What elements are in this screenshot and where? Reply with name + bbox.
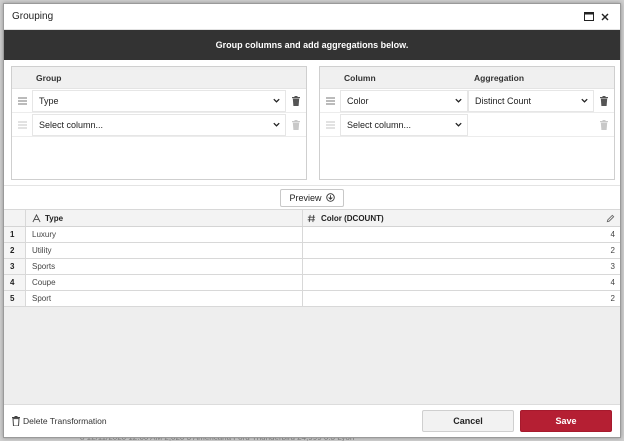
trash-icon bbox=[12, 416, 20, 426]
group-row: Type bbox=[12, 89, 306, 113]
preview-bar: Preview bbox=[4, 185, 620, 209]
index-header bbox=[4, 210, 26, 226]
color-column-label: Color (DCOUNT) bbox=[321, 213, 384, 223]
row-index: 4 bbox=[4, 275, 26, 290]
aggregation-panel-header: Column Aggregation bbox=[320, 67, 614, 89]
circle-arrow-down-icon bbox=[325, 193, 335, 202]
column-header-label: Column bbox=[344, 72, 376, 83]
group-panel-header: Group bbox=[12, 67, 306, 89]
aggregation-row: Color Distinct Count bbox=[320, 89, 614, 113]
aggregation-column-select-empty[interactable]: Select column... bbox=[340, 113, 468, 136]
count-cell: 3 bbox=[610, 262, 615, 271]
group-panel: Group Type Select column... bbox=[11, 66, 307, 180]
table-row[interactable]: 1 Luxury 4 bbox=[4, 227, 620, 243]
table-row[interactable]: 3 Sports 3 bbox=[4, 259, 620, 275]
color-column-header[interactable]: Color (DCOUNT) bbox=[303, 210, 620, 226]
table-row[interactable]: 4 Coupe 4 bbox=[4, 275, 620, 291]
row-index: 5 bbox=[4, 291, 26, 306]
trash-icon bbox=[286, 119, 306, 130]
count-cell: 4 bbox=[610, 278, 615, 287]
group-column-select-empty[interactable]: Select column... bbox=[32, 113, 286, 136]
group-header-label: Group bbox=[36, 72, 62, 83]
row-index: 1 bbox=[4, 227, 26, 242]
dialog-footer: Delete Transformation Cancel Save bbox=[4, 404, 620, 437]
preview-label: Preview bbox=[289, 192, 322, 203]
group-column-select[interactable]: Type bbox=[32, 89, 286, 112]
instruction-banner: Group columns and add aggregations below… bbox=[4, 30, 620, 60]
delete-label: Delete Transformation bbox=[23, 416, 107, 426]
maximize-icon[interactable] bbox=[582, 10, 596, 24]
type-column-header[interactable]: Type bbox=[26, 210, 303, 226]
aggregation-panel: Column Aggregation Color Distinct Count bbox=[319, 66, 615, 180]
close-icon[interactable] bbox=[598, 10, 612, 24]
chevron-down-icon bbox=[455, 122, 462, 127]
config-panels: Group Type Select column... Column Aggre… bbox=[10, 66, 615, 180]
table-row[interactable]: 5 Sport 2 bbox=[4, 291, 620, 307]
type-cell: Sport bbox=[26, 291, 303, 306]
count-cell: 2 bbox=[610, 246, 615, 255]
grouping-dialog: Grouping Group columns and add aggregati… bbox=[3, 3, 621, 438]
pencil-icon[interactable] bbox=[606, 214, 615, 223]
aggregation-row: Select column... bbox=[320, 113, 614, 137]
drag-handle-icon[interactable] bbox=[320, 97, 340, 105]
trash-icon[interactable] bbox=[594, 95, 614, 106]
aggregation-type-select[interactable]: Distinct Count bbox=[468, 89, 594, 112]
count-cell: 2 bbox=[610, 294, 615, 303]
preview-grid: Type Color (DCOUNT) 1 Luxury 4 2 Utility… bbox=[4, 209, 620, 406]
type-cell: Coupe bbox=[26, 275, 303, 290]
table-row[interactable]: 2 Utility 2 bbox=[4, 243, 620, 259]
count-cell: 4 bbox=[610, 230, 615, 239]
banner-text: Group columns and add aggregations below… bbox=[215, 40, 409, 50]
row-index: 2 bbox=[4, 243, 26, 258]
type-column-label: Type bbox=[45, 213, 64, 223]
agg-column-placeholder: Select column... bbox=[347, 119, 412, 130]
chevron-down-icon bbox=[273, 122, 280, 127]
preview-button[interactable]: Preview bbox=[280, 188, 344, 207]
type-cell: Luxury bbox=[26, 227, 303, 242]
type-cell: Utility bbox=[26, 243, 303, 258]
aggregation-header-label: Aggregation bbox=[474, 72, 525, 83]
cancel-button[interactable]: Cancel bbox=[422, 410, 514, 432]
grid-header: Type Color (DCOUNT) bbox=[4, 210, 620, 227]
row-index: 3 bbox=[4, 259, 26, 274]
chevron-down-icon bbox=[455, 98, 462, 103]
type-cell: Sports bbox=[26, 259, 303, 274]
drag-handle-icon bbox=[320, 121, 340, 129]
trash-icon[interactable] bbox=[286, 95, 306, 106]
delete-transformation-button[interactable]: Delete Transformation bbox=[12, 416, 422, 426]
group-select-placeholder: Select column... bbox=[39, 119, 104, 130]
drag-handle-icon[interactable] bbox=[12, 97, 32, 105]
agg-type-value: Distinct Count bbox=[475, 95, 532, 106]
title-bar: Grouping bbox=[4, 4, 620, 30]
chevron-down-icon bbox=[581, 98, 588, 103]
aggregation-column-select[interactable]: Color bbox=[340, 89, 468, 112]
trash-icon bbox=[594, 119, 614, 130]
number-type-icon bbox=[307, 214, 316, 222]
group-row: Select column... bbox=[12, 113, 306, 137]
agg-column-value: Color bbox=[347, 95, 369, 106]
text-type-icon bbox=[32, 213, 41, 222]
chevron-down-icon bbox=[273, 98, 280, 103]
save-button[interactable]: Save bbox=[520, 410, 612, 432]
group-select-value: Type bbox=[39, 95, 59, 106]
dialog-title: Grouping bbox=[12, 11, 54, 22]
drag-handle-icon bbox=[12, 121, 32, 129]
